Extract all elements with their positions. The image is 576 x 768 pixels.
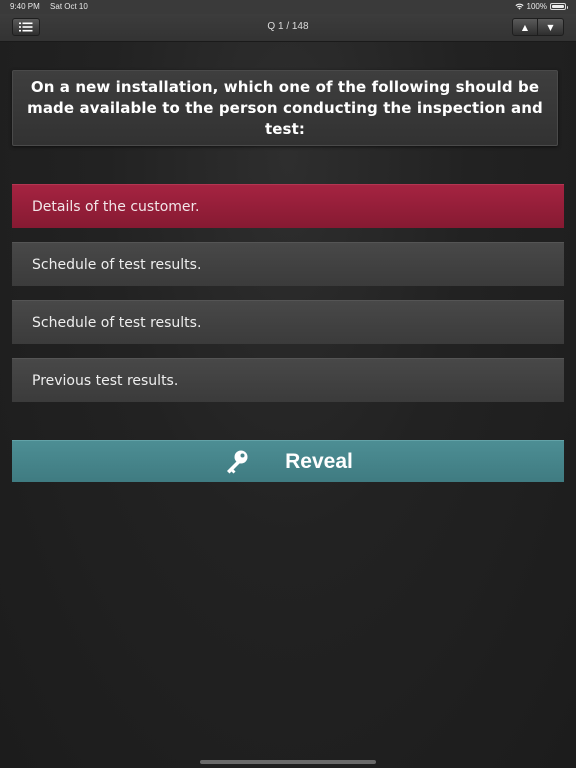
question-counter: Q 1 / 148 xyxy=(267,21,309,32)
status-left: 9:40 PM Sat Oct 10 xyxy=(10,2,88,11)
status-bar: 9:40 PM Sat Oct 10 100% xyxy=(0,0,576,14)
reveal-button[interactable]: Reveal xyxy=(12,440,564,482)
status-time: 9:40 PM xyxy=(10,2,40,11)
battery-percent: 100% xyxy=(526,2,547,11)
answer-label: Schedule of test results. xyxy=(32,314,202,331)
answer-option-2[interactable]: Schedule of test results. xyxy=(12,242,564,286)
question-card: On a new installation, which one of the … xyxy=(12,70,558,146)
question-nav-arrows: ▲ ▼ xyxy=(512,18,564,36)
answer-option-4[interactable]: Previous test results. xyxy=(12,358,564,402)
answer-label: Details of the customer. xyxy=(32,198,200,215)
next-question-button[interactable]: ▼ xyxy=(538,18,564,36)
answer-option-3[interactable]: Schedule of test results. xyxy=(12,300,564,344)
answer-label: Schedule of test results. xyxy=(32,256,202,273)
down-arrow-icon: ▼ xyxy=(547,22,554,32)
previous-question-button[interactable]: ▲ xyxy=(512,18,538,36)
wifi-icon xyxy=(514,3,524,10)
answer-label: Previous test results. xyxy=(32,372,179,389)
battery-icon xyxy=(550,3,568,10)
status-right: 100% xyxy=(514,2,568,11)
key-icon xyxy=(227,450,248,473)
battery-fill xyxy=(552,5,564,8)
reveal-content: Reveal xyxy=(223,448,353,476)
home-indicator xyxy=(200,760,376,764)
up-arrow-icon: ▲ xyxy=(521,22,529,32)
status-date: Sat Oct 10 xyxy=(50,2,88,11)
nav-bar: Q 1 / 148 ▲ ▼ xyxy=(0,14,576,42)
question-text: On a new installation, which one of the … xyxy=(27,77,543,138)
reveal-label: Reveal xyxy=(285,449,353,473)
answer-option-1[interactable]: Details of the customer. xyxy=(12,184,564,228)
